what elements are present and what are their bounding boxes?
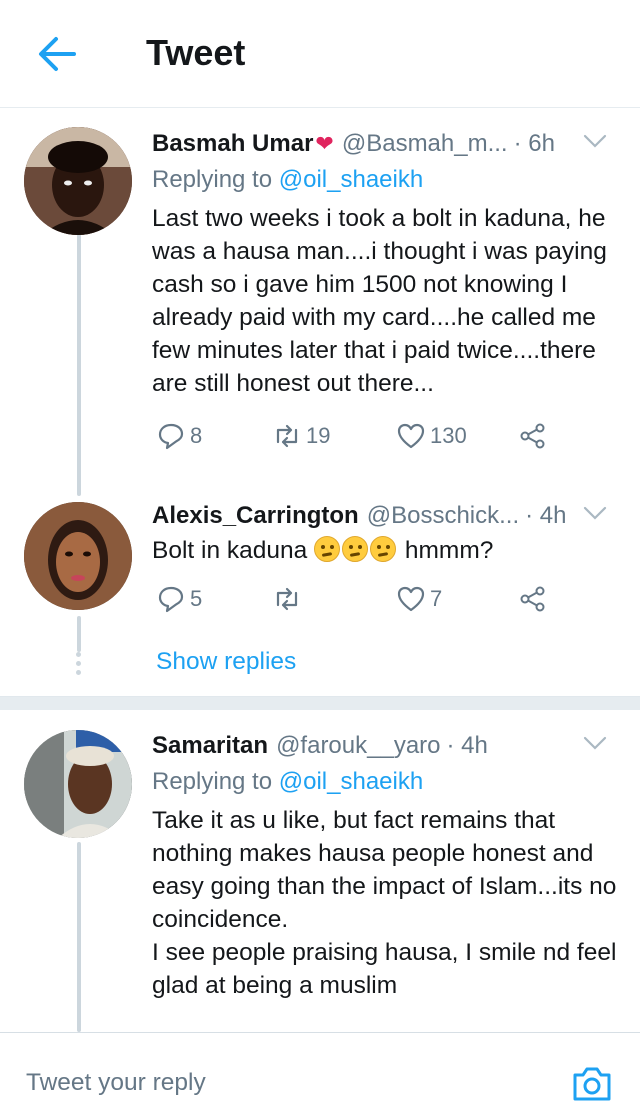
reply-tweet[interactable]: Samaritan @farouk__yaro · 4h Replying to… [0, 710, 640, 1032]
chevron-down-icon[interactable] [582, 504, 608, 522]
reply-composer: Tweet your reply [0, 1032, 640, 1111]
like-icon [397, 423, 425, 449]
like-button[interactable]: 7 [396, 584, 442, 614]
reply-count: 8 [190, 423, 203, 448]
author-handle[interactable]: @Bosschick... [367, 502, 519, 530]
tweet-text-start: Bolt in kaduna [152, 537, 315, 564]
share-button[interactable] [518, 421, 548, 451]
author-handle[interactable]: @farouk__yaro [276, 732, 440, 760]
tweet-text: Take it as u like, but fact remains that… [152, 807, 617, 933]
back-arrow-icon[interactable] [36, 34, 80, 74]
tweet-meta: Samaritan @farouk__yaro · 4h [152, 728, 620, 764]
author-handle[interactable]: @Basmah_m... [342, 130, 508, 158]
tweet-meta: Basmah Umar ❤ @Basmah_m... · 6h [152, 126, 620, 162]
tweet-meta: Alexis_Carrington @Bosschick... · 4h [152, 498, 620, 534]
page-title: Tweet [146, 32, 246, 73]
tweet-text-end: hmmm? [398, 537, 494, 564]
thread-line [77, 234, 81, 496]
thinking-emoji [342, 536, 369, 562]
replying-to: Replying to @oil_shaeikh [152, 764, 620, 800]
retweet-button[interactable]: 19 [272, 421, 330, 451]
tweet-time: · 4h [446, 732, 488, 759]
tweet-text: Last two weeks i took a bolt in kaduna, … [152, 205, 607, 397]
retweet-count: 19 [306, 423, 331, 448]
tweet-text-line2: I see people praising hausa, I smile nd … [152, 939, 617, 999]
thread-line [77, 616, 81, 652]
chevron-down-icon[interactable] [582, 132, 608, 150]
show-replies-link[interactable]: Show replies [156, 648, 296, 676]
chevron-down-icon[interactable] [582, 734, 608, 752]
retweet-button[interactable] [272, 584, 302, 614]
reply-icon [158, 423, 184, 450]
replying-to: Replying to @oil_shaeikh [152, 162, 620, 198]
like-icon [397, 586, 425, 612]
top-bar: Tweet [0, 0, 640, 108]
author-name[interactable]: Basmah Umar [152, 130, 313, 158]
avatar[interactable] [24, 730, 132, 838]
like-button[interactable]: 130 [396, 421, 467, 451]
thread-line [77, 842, 81, 1032]
tweet-text: Bolt in kaduna hmmm? [152, 534, 620, 567]
reply-button[interactable]: 5 [156, 584, 202, 614]
thinking-emoji [314, 536, 341, 562]
like-count: 7 [430, 586, 443, 611]
share-button[interactable] [518, 584, 548, 614]
tweet-time: · 6h [513, 130, 555, 157]
reply-tweet[interactable]: Basmah Umar ❤ @Basmah_m... · 6h Replying… [0, 108, 640, 496]
thinking-emoji [370, 536, 397, 562]
retweet-icon [276, 424, 298, 448]
author-name[interactable]: Alexis_Carrington [152, 502, 359, 530]
thread-dots [76, 652, 82, 676]
replying-to-label: Replying to [152, 166, 279, 193]
avatar[interactable] [24, 502, 132, 610]
heart-emoji: ❤ [315, 131, 334, 156]
share-icon [520, 423, 545, 449]
camera-icon[interactable] [570, 1063, 614, 1105]
like-count: 130 [430, 423, 467, 448]
author-name[interactable]: Samaritan [152, 732, 268, 760]
replying-to-label: Replying to [152, 768, 279, 795]
share-icon [520, 586, 545, 612]
section-divider [0, 696, 640, 710]
tweet-actions: 5 7 [152, 584, 572, 624]
tweet-time: · 4h [525, 502, 567, 529]
replying-to-link[interactable]: @oil_shaeikh [279, 166, 423, 193]
avatar[interactable] [24, 127, 132, 235]
reply-icon [158, 586, 184, 613]
reply-input[interactable]: Tweet your reply [26, 1069, 206, 1097]
replying-to-link[interactable]: @oil_shaeikh [279, 768, 423, 795]
reply-tweet[interactable]: Alexis_Carrington @Bosschick... · 4h Bol… [0, 490, 640, 690]
retweet-icon [276, 587, 298, 611]
reply-button[interactable]: 8 [156, 421, 202, 451]
reply-count: 5 [190, 586, 203, 611]
tweet-actions: 8 19 130 [152, 421, 572, 461]
